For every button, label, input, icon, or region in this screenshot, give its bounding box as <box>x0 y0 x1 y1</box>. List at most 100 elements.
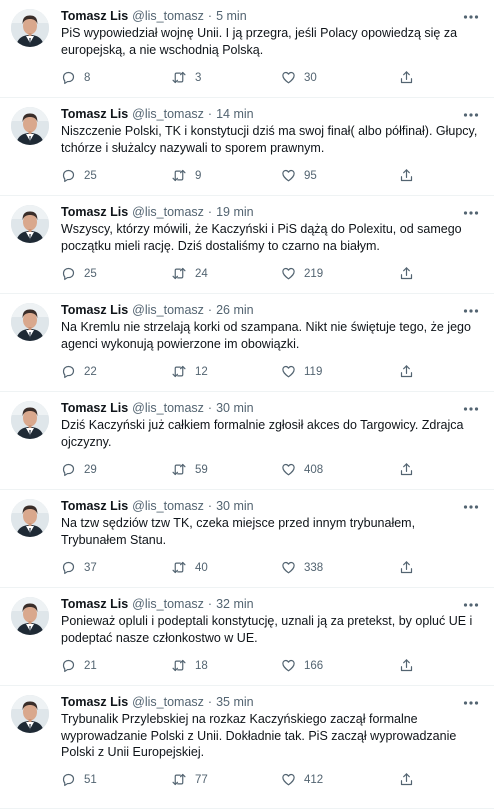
like-button[interactable]: 219 <box>281 266 323 281</box>
tweet-time[interactable]: 35 min <box>216 695 254 709</box>
separator-dot: · <box>207 205 213 219</box>
tweet-time[interactable]: 32 min <box>216 597 254 611</box>
retweet-button[interactable]: 77 <box>171 772 208 787</box>
reply-button[interactable]: 22 <box>61 364 97 379</box>
like-button[interactable]: 30 <box>281 70 317 85</box>
retweet-button[interactable]: 40 <box>171 560 208 575</box>
tweet[interactable]: Tomasz Lis @lis_tomasz · 26 min Na Kremlu n… <box>0 294 494 392</box>
avatar[interactable] <box>11 597 49 635</box>
retweet-count: 59 <box>195 463 208 476</box>
retweet-button[interactable]: 3 <box>171 70 201 85</box>
share-button[interactable] <box>399 560 422 575</box>
avatar[interactable] <box>11 205 49 243</box>
author-name[interactable]: Tomasz Lis <box>61 401 128 415</box>
tweet-time[interactable]: 5 min <box>216 9 247 23</box>
reply-count: 25 <box>84 267 97 280</box>
reply-icon <box>61 658 84 673</box>
retweet-button[interactable]: 12 <box>171 364 208 379</box>
tweet-time[interactable]: 30 min <box>216 401 254 415</box>
share-button[interactable] <box>399 772 422 787</box>
reply-count: 22 <box>84 365 97 378</box>
tweet[interactable]: Tomasz Lis @lis_tomasz · 14 min Niszczenie … <box>0 98 494 196</box>
retweet-icon <box>171 70 195 85</box>
tweet-header: Tomasz Lis @lis_tomasz · 19 min <box>61 204 480 220</box>
like-button[interactable]: 412 <box>281 772 323 787</box>
author-handle[interactable]: @lis_tomasz <box>132 401 204 415</box>
reply-count: 8 <box>84 71 91 84</box>
avatar[interactable] <box>11 303 49 341</box>
author-name[interactable]: Tomasz Lis <box>61 303 128 317</box>
share-button[interactable] <box>399 168 422 183</box>
avatar[interactable] <box>11 695 49 733</box>
like-button[interactable]: 166 <box>281 658 323 673</box>
author-name[interactable]: Tomasz Lis <box>61 9 128 23</box>
retweet-button[interactable]: 59 <box>171 462 208 477</box>
author-handle[interactable]: @lis_tomasz <box>132 499 204 513</box>
tweet-header: Tomasz Lis @lis_tomasz · 32 min <box>61 596 480 612</box>
share-button[interactable] <box>399 658 422 673</box>
like-count: 30 <box>304 71 317 84</box>
author-name[interactable]: Tomasz Lis <box>61 695 128 709</box>
like-button[interactable]: 338 <box>281 560 323 575</box>
heart-icon <box>281 266 304 281</box>
avatar[interactable] <box>11 9 49 47</box>
share-icon <box>399 658 422 673</box>
author-handle[interactable]: @lis_tomasz <box>132 9 204 23</box>
tweet[interactable]: Tomasz Lis @lis_tomasz · 5 min PiS wypowied… <box>0 0 494 98</box>
tweet[interactable]: Tomasz Lis @lis_tomasz · 35 min Trybunalik … <box>0 686 494 809</box>
retweet-count: 40 <box>195 561 208 574</box>
avatar[interactable] <box>11 499 49 537</box>
author-name[interactable]: Tomasz Lis <box>61 107 128 121</box>
tweet-time[interactable]: 14 min <box>216 107 254 121</box>
tweet-text: Na tzw sędziów tzw TK, czeka miejsce prz… <box>61 516 416 547</box>
author-name[interactable]: Tomasz Lis <box>61 205 128 219</box>
retweet-count: 3 <box>195 71 202 84</box>
timeline: Tomasz Lis @lis_tomasz · 5 min PiS wypowied… <box>0 0 494 809</box>
tweet-header: Tomasz Lis @lis_tomasz · 35 min <box>61 694 480 710</box>
author-handle[interactable]: @lis_tomasz <box>132 107 204 121</box>
like-count: 408 <box>304 463 324 476</box>
reply-button[interactable]: 25 <box>61 168 97 183</box>
avatar[interactable] <box>11 401 49 439</box>
reply-button[interactable]: 8 <box>61 70 90 85</box>
tweet-body: Tomasz Lis @lis_tomasz · 26 min Na Kremlu n… <box>61 302 480 352</box>
like-button[interactable]: 119 <box>281 364 322 379</box>
reply-button[interactable]: 51 <box>61 772 97 787</box>
author-handle[interactable]: @lis_tomasz <box>132 205 204 219</box>
retweet-button[interactable]: 18 <box>171 658 208 673</box>
reply-button[interactable]: 21 <box>61 658 97 673</box>
author-name[interactable]: Tomasz Lis <box>61 499 128 513</box>
author-handle[interactable]: @lis_tomasz <box>132 597 204 611</box>
reply-button[interactable]: 37 <box>61 560 97 575</box>
retweet-button[interactable]: 9 <box>171 168 201 183</box>
author-name[interactable]: Tomasz Lis <box>61 597 128 611</box>
share-button[interactable] <box>399 364 422 379</box>
author-handle[interactable]: @lis_tomasz <box>132 695 204 709</box>
tweet[interactable]: Tomasz Lis @lis_tomasz · 32 min Ponieważ op… <box>0 588 494 686</box>
author-handle[interactable]: @lis_tomasz <box>132 303 204 317</box>
tweet[interactable]: Tomasz Lis @lis_tomasz · 19 min Wszyscy, kt… <box>0 196 494 294</box>
tweet-actions: 51 77 412 <box>61 772 480 790</box>
reply-button[interactable]: 29 <box>61 462 97 477</box>
tweet[interactable]: Tomasz Lis @lis_tomasz · 30 min Na tzw sędz… <box>0 490 494 588</box>
share-button[interactable] <box>399 70 422 85</box>
tweet-time[interactable]: 19 min <box>216 205 254 219</box>
tweet-time[interactable]: 30 min <box>216 499 254 513</box>
tweet-time[interactable]: 26 min <box>216 303 254 317</box>
share-button[interactable] <box>399 266 422 281</box>
avatar[interactable] <box>11 107 49 145</box>
reply-count: 29 <box>84 463 97 476</box>
like-button[interactable]: 408 <box>281 462 323 477</box>
tweet-text: PiS wypowiedział wojnę Unii. I ją przegr… <box>61 26 458 57</box>
tweet-header: Tomasz Lis @lis_tomasz · 5 min <box>61 8 480 24</box>
reply-count: 21 <box>84 659 97 672</box>
tweet[interactable]: Tomasz Lis @lis_tomasz · 30 min Dziś Kaczyń… <box>0 392 494 490</box>
like-count: 338 <box>304 561 324 574</box>
retweet-button[interactable]: 24 <box>171 266 208 281</box>
reply-button[interactable]: 25 <box>61 266 97 281</box>
like-button[interactable]: 95 <box>281 168 317 183</box>
heart-icon <box>281 560 304 575</box>
separator-dot: · <box>207 107 213 121</box>
share-button[interactable] <box>399 462 422 477</box>
share-icon <box>399 266 422 281</box>
